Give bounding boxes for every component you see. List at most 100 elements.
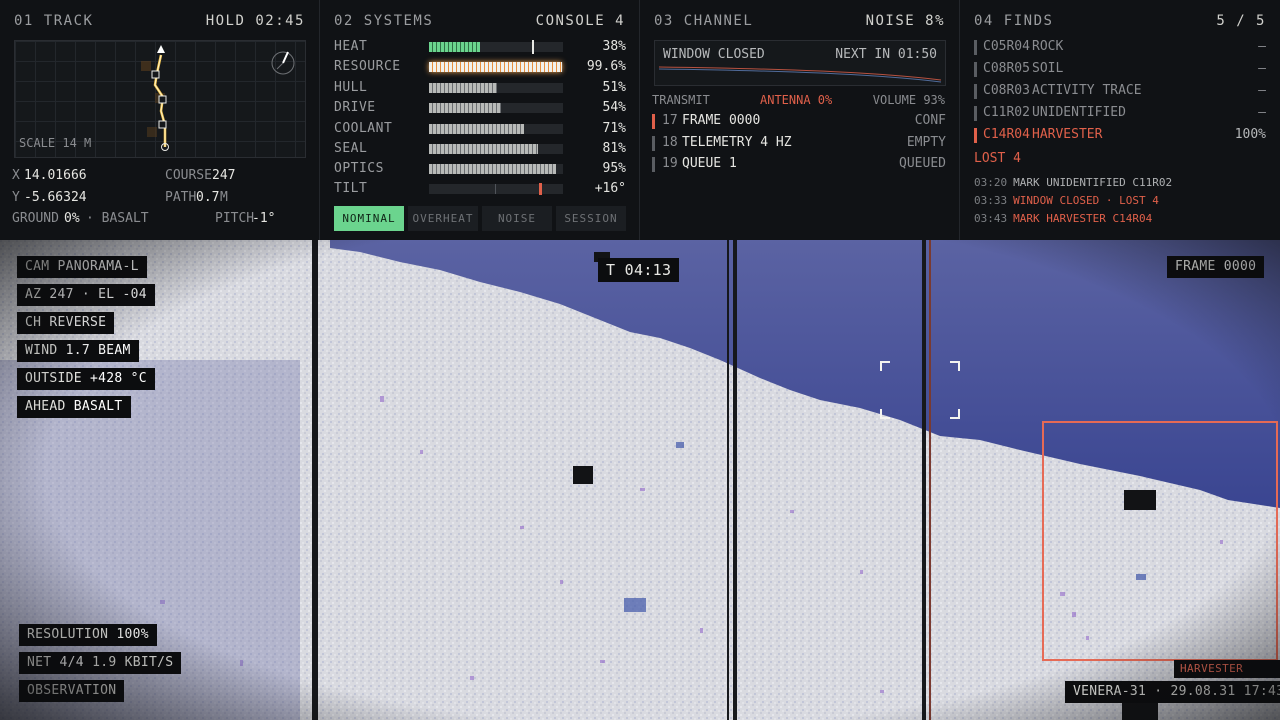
find-status: 100% [1234,127,1266,142]
azimuth-tag: AZ 247 · EL -04 [17,284,155,306]
system-label: RESOURCE [334,59,401,74]
y-coordinate: -5.66324 [24,190,87,205]
systems-header: 02 SYSTEMS CONSOLE 4 [334,13,625,31]
finds-title: 04 FINDS [974,13,1054,29]
queue-item[interactable]: 19 QUEUE 1 QUEUED [652,156,946,174]
system-row-hull: HULL 51% [334,80,626,96]
find-code: C11R02 [983,105,1030,120]
system-gauge [429,40,563,54]
queue-item[interactable]: 17 FRAME 0000 CONF [652,113,946,131]
find-status: — [1258,61,1266,76]
find-code: C08R03 [983,83,1030,98]
channel-panel: 03 CHANNEL NOISE 8% WINDOW CLOSED NEXT I… [640,0,960,240]
system-gauge [429,124,563,134]
system-gauge [429,144,563,154]
queue-name: QUEUE 1 [682,156,737,171]
y-label: Y [12,190,20,205]
tab-session[interactable]: SESSION [556,206,626,231]
system-row-drive: DRIVE 54% [334,100,626,116]
window-status: WINDOW CLOSED [663,47,765,62]
path-value: 0.7 [196,190,220,205]
track-title: 01 TRACK [14,13,94,29]
next-window: NEXT IN 01:50 [835,47,937,62]
find-item[interactable]: C11R02 UNIDENTIFIED — [974,105,1266,123]
queue-status: QUEUED [899,156,946,171]
pitch-value: -1° [252,211,276,226]
system-value: 81% [602,141,626,156]
outside-temp-tag: OUTSIDE +428 °C [17,368,155,390]
track-panel: 01 TRACK HOLD 02:45 SCALE 14 M X 14.0166… [0,0,320,240]
antenna-level: ANTENNA 0% [760,93,833,107]
find-status: — [1258,39,1266,54]
log-entry: 03:43 MARK HARVESTER C14R04 [974,212,1266,228]
volume-level[interactable]: VOLUME 93% [873,93,945,107]
system-value: 71% [602,121,626,136]
focus-bracket [950,409,960,419]
x-label: X [12,168,20,183]
system-value: 51% [602,80,626,95]
path-label: PATH [165,190,197,205]
camera-tag: CAM PANORAMA-L [17,256,147,278]
find-item[interactable]: C05R04 ROCK — [974,39,1266,57]
channel-header: 03 CHANNEL NOISE 8% [654,13,945,31]
system-label: SEAL [334,141,368,156]
console-id: CONSOLE 4 [535,13,625,29]
log-time: 03:33 [974,194,1008,207]
tilt-gauge [429,183,563,195]
rover-arrow-icon [157,45,165,53]
scanline-artifact [929,240,931,720]
tab-nominal[interactable]: NOMINAL [334,206,404,231]
ground-type: · BASALT [86,211,149,226]
find-name: SOIL [1032,61,1064,76]
system-value: 95% [602,161,626,176]
harvester-target-box[interactable] [1042,421,1278,661]
course-value: 247 [212,168,236,183]
system-value: 99.6% [586,59,626,74]
ground-value: 0% [64,211,80,226]
scanline-artifact [727,240,729,720]
waypoint-marker [158,120,167,129]
tab-noise[interactable]: NOISE [482,206,552,231]
mode-tag: OBSERVATION [19,680,125,702]
dead-pixel-block [573,466,593,484]
system-label: DRIVE [334,100,376,115]
frame-counter: FRAME 0000 [1167,256,1265,278]
network-tag: NET 4/4 1.9 KBIT/S [19,652,182,674]
mode-tabs: NOMINAL OVERHEAT NOISE SESSION [334,206,626,231]
find-item[interactable]: C08R05 SOIL — [974,61,1266,79]
find-status: — [1258,83,1266,98]
camera-feed[interactable]: CAM PANORAMA-L AZ 247 · EL -04 CH REVERS… [0,240,1280,720]
system-gauge [429,62,563,72]
tab-overheat[interactable]: OVERHEAT [408,206,478,231]
system-row-optics: OPTICS 95% [334,161,626,177]
queue-name: FRAME 0000 [682,113,761,128]
telemetry-hud: 01 TRACK HOLD 02:45 SCALE 14 M X 14.0166… [0,0,1280,240]
find-item-selected[interactable]: C14R04 HARVESTER 100% [974,127,1266,145]
path-unit: M [220,190,228,205]
track-map[interactable]: SCALE 14 M [14,40,306,158]
system-row-coolant: COOLANT 71% [334,121,626,137]
queue-item[interactable]: 18 TELEMETRY 4 HZ EMPTY [652,135,946,153]
hold-timer: HOLD 02:45 [205,13,305,29]
system-row-seal: SEAL 81% [334,141,626,157]
scanline-artifact [922,240,926,720]
queue-number: 18 [662,135,678,150]
system-label: HEAT [334,39,368,54]
waypoint-marker [158,95,167,104]
systems-title: 02 SYSTEMS [334,13,434,29]
find-name: ACTIVITY TRACE [1032,83,1142,98]
target-label: HARVESTER 100% [1174,660,1280,693]
course-label: COURSE [165,168,212,183]
queue-status: CONF [914,113,946,128]
finds-count: 5 / 5 [1216,13,1266,29]
focus-bracket [880,361,890,371]
waypoint-marker [151,70,160,79]
channel-tag: CH REVERSE [17,312,115,334]
focus-bracket [950,361,960,371]
noise-level: NOISE 8% [865,13,945,29]
find-name: HARVESTER [1032,127,1103,142]
find-code: C14R04 [983,127,1030,142]
mission-stamp: VENERA-31 · 29.08.31 17:43 [1065,681,1280,703]
system-gauge [429,83,563,93]
find-item[interactable]: C08R03 ACTIVITY TRACE — [974,83,1266,101]
